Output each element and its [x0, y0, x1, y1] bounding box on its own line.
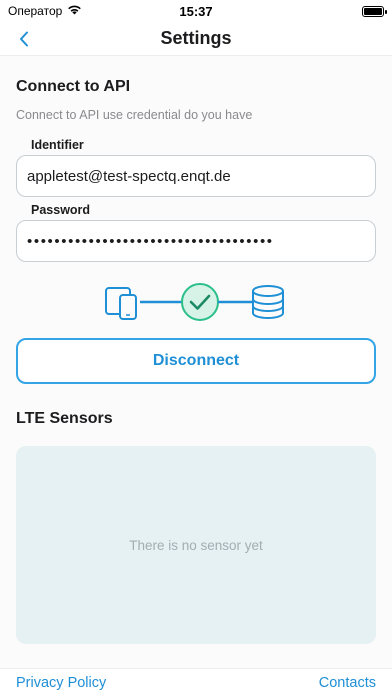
- connected-check-icon: [181, 283, 219, 321]
- status-right: [362, 5, 387, 17]
- disconnect-button[interactable]: Disconnect: [16, 338, 376, 384]
- status-left: Оператор: [8, 4, 82, 18]
- database-icon: [252, 285, 284, 319]
- lte-sensors-title: LTE Sensors: [16, 410, 113, 427]
- api-section-title: Connect to API: [16, 78, 131, 95]
- password-field-wrapper: ••••••••••••••••••••••••••••••••••••: [16, 220, 376, 262]
- chevron-left-icon: [20, 31, 28, 47]
- contacts-link[interactable]: Contacts: [319, 675, 376, 691]
- password-field[interactable]: ••••••••••••••••••••••••••••••••••••: [27, 233, 274, 250]
- api-section-subtitle: Connect to API use credential do you hav…: [16, 108, 253, 122]
- carrier-label: Оператор: [8, 4, 63, 18]
- status-time: 15:37: [179, 3, 213, 19]
- connection-status-graphic: [100, 282, 292, 322]
- back-button[interactable]: [14, 28, 34, 50]
- status-bar: Оператор 15:37: [0, 0, 392, 22]
- privacy-policy-link[interactable]: Privacy Policy: [16, 675, 106, 691]
- devices-icon: [105, 287, 137, 320]
- battery-icon: [362, 5, 387, 17]
- nav-bar: Settings: [0, 22, 392, 56]
- page-title: Settings: [160, 28, 232, 48]
- identifier-field[interactable]: [27, 167, 365, 185]
- settings-content: Connect to API Connect to API use creden…: [0, 56, 392, 668]
- sensor-list-panel: There is no sensor yet: [16, 446, 376, 644]
- identifier-field-wrapper: [16, 155, 376, 197]
- footer: Privacy Policy Contacts: [0, 668, 392, 696]
- wifi-icon: [67, 4, 82, 18]
- empty-sensor-text: There is no sensor yet: [129, 537, 263, 553]
- identifier-label: Identifier: [31, 138, 84, 152]
- password-label: Password: [31, 203, 91, 217]
